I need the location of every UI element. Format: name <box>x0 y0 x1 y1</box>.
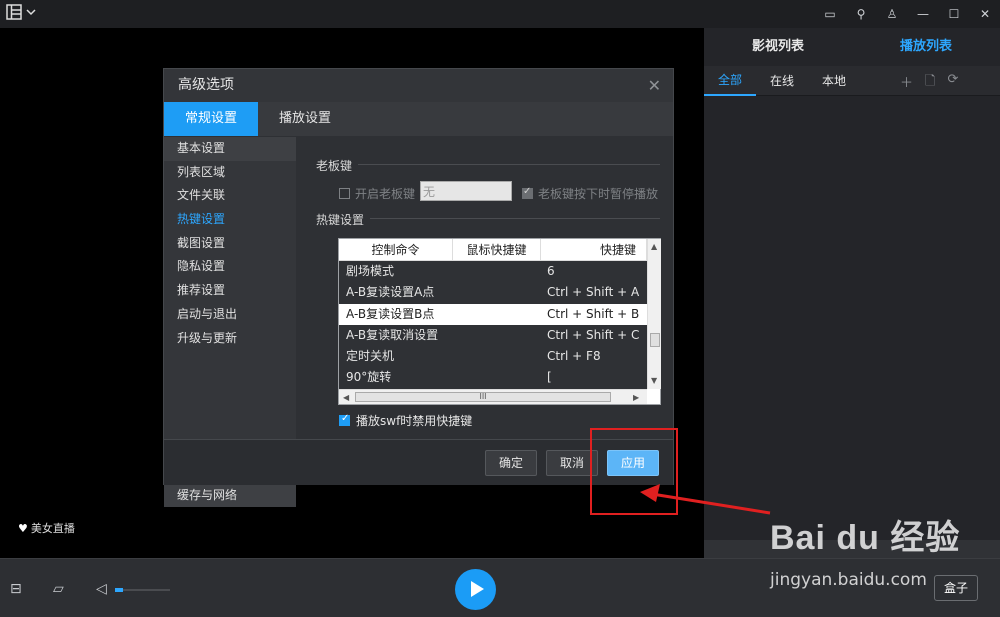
row-command: 定时关机 <box>346 349 395 364</box>
watermark-url: jingyan.baidu.com <box>770 570 927 590</box>
divider <box>370 218 660 219</box>
dialog-title: 高级选项 <box>178 77 234 93</box>
column-mouse-shortcut[interactable]: 鼠标快捷键 <box>453 239 541 260</box>
add-icon[interactable]: ＋ <box>900 72 913 94</box>
row-command: 剧场模式 <box>346 264 395 278</box>
hotkey-table: 控制命令 鼠标快捷键 快捷键 剧场模式 6 A-B复读设置A点 Ctrl + S… <box>338 238 661 405</box>
sidebar-item-basic[interactable]: 基本设置 <box>164 137 296 161</box>
shirt-icon[interactable]: ♙ <box>885 7 899 21</box>
sidebar-item-startup-exit[interactable]: 启动与退出 <box>164 303 296 327</box>
table-row-selected[interactable]: A-B复读设置B点 Ctrl + Shift + B <box>339 303 647 325</box>
volume-level <box>115 588 123 592</box>
row-command: A-B复读取消设置 <box>346 327 439 342</box>
boss-key-input[interactable]: 无 <box>420 181 512 201</box>
pin-icon[interactable]: ⚲ <box>854 7 868 21</box>
scroll-left-icon[interactable]: ◀ <box>343 393 349 402</box>
hotkey-section-title: 热键设置 <box>316 213 365 227</box>
baidu-watermark: Bai du 经验 jingyan.baidu.com <box>770 510 961 590</box>
column-command[interactable]: 控制命令 <box>339 239 453 260</box>
boss-key-section-title: 老板键 <box>316 159 353 173</box>
subtab-local[interactable]: 本地 <box>808 67 860 95</box>
message-icon[interactable]: ▭ <box>823 7 837 21</box>
column-shortcut[interactable]: 快捷键 <box>541 239 647 260</box>
volume-slider[interactable] <box>115 589 170 591</box>
table-row[interactable]: 90°旋转 [ <box>339 367 647 388</box>
table-row[interactable]: A-B复读设置A点 Ctrl + Shift + A <box>339 282 647 303</box>
divider <box>358 164 660 165</box>
chevron-down-icon <box>26 9 36 16</box>
live-tag[interactable]: ♥ 美女直播 <box>18 520 75 536</box>
sidebar-item-recommend[interactable]: 推荐设置 <box>164 279 296 303</box>
vertical-scroll-thumb[interactable] <box>650 333 660 347</box>
playlist-panel: 影视列表 播放列表 全部 在线 本地 ＋ 🗋 ⟳ <box>704 28 1000 540</box>
volume-icon[interactable]: ◁ <box>96 581 107 597</box>
enable-boss-key-checkbox[interactable] <box>339 188 350 199</box>
close-icon[interactable]: ✕ <box>978 7 992 21</box>
settings-sidebar: 基本设置 列表区域 文件关联 热键设置 截图设置 隐私设置 推荐设置 启动与退出… <box>164 137 296 507</box>
heart-icon: ♥ <box>18 521 28 535</box>
tab-video-list[interactable]: 影视列表 <box>704 28 852 66</box>
vertical-scrollbar[interactable]: ▲ ▼ <box>647 239 661 389</box>
row-command: A-B复读设置A点 <box>346 285 435 300</box>
watermark-brand: Bai du 经验 <box>770 519 961 557</box>
subtab-online[interactable]: 在线 <box>756 67 808 95</box>
annotation-arrow <box>640 484 771 515</box>
tab-playback-settings[interactable]: 播放设置 <box>258 102 352 136</box>
maximize-icon[interactable]: ☐ <box>947 7 961 21</box>
subtab-all[interactable]: 全部 <box>704 66 757 96</box>
hotkey-table-body: 剧场模式 6 A-B复读设置A点 Ctrl + Shift + A A-B复读设… <box>339 261 647 389</box>
dialog-titlebar: 高级选项 ✕ <box>164 69 673 102</box>
play-button[interactable] <box>455 569 496 610</box>
table-row[interactable]: 剧场模式 6 <box>339 261 647 282</box>
row-shortcut: Ctrl + Shift + C <box>547 327 640 342</box>
box-button[interactable]: 盒子 <box>934 575 978 601</box>
horizontal-scroll-thumb[interactable]: III <box>355 392 611 402</box>
row-shortcut: Ctrl + Shift + B <box>547 306 640 321</box>
table-row[interactable]: A-B复读取消设置 Ctrl + Shift + C <box>339 325 647 346</box>
sidebar-item-screenshot[interactable]: 截图设置 <box>164 232 296 256</box>
sidebar-item-upgrade[interactable]: 升级与更新 <box>164 327 296 351</box>
disable-hotkeys-swf-option[interactable]: 播放swf时禁用快捷键 <box>339 412 472 429</box>
row-command: 90°旋转 <box>346 370 392 385</box>
tab-playlist[interactable]: 播放列表 <box>852 28 1000 66</box>
sidebar-item-privacy[interactable]: 隐私设置 <box>164 255 296 279</box>
row-command: A-B复读设置B点 <box>346 306 435 321</box>
pause-on-boss-key-option[interactable]: 老板键按下时暂停播放 <box>522 185 658 202</box>
ok-button[interactable]: 确定 <box>485 450 537 476</box>
open-folder-icon[interactable]: ▱ <box>53 581 64 597</box>
title-bar: ▭ ⚲ ♙ — ☐ ✕ <box>0 0 1000 28</box>
tab-general-settings[interactable]: 常规设置 <box>164 102 258 136</box>
horizontal-scrollbar[interactable]: ◀ III ▶ <box>339 389 647 404</box>
close-icon[interactable]: ✕ <box>648 69 661 102</box>
row-shortcut: [ <box>547 370 552 385</box>
pause-on-boss-key-checkbox[interactable] <box>522 186 533 199</box>
minimize-icon[interactable]: — <box>916 7 930 21</box>
row-shortcut: 6 <box>547 264 555 278</box>
layout-icon <box>6 4 22 20</box>
enable-boss-key-option[interactable]: 开启老板键 <box>339 185 415 202</box>
enable-boss-key-label: 开启老板键 <box>355 187 416 201</box>
main-menu-button[interactable] <box>6 4 36 20</box>
hotkey-table-header: 控制命令 鼠标快捷键 快捷键 <box>339 239 647 261</box>
pause-on-boss-key-label: 老板键按下时暂停播放 <box>538 187 659 201</box>
row-shortcut: Ctrl + F8 <box>547 349 601 364</box>
disable-hotkeys-swf-checkbox[interactable] <box>339 413 350 426</box>
toolbox-icon[interactable]: ⊟ <box>10 581 22 597</box>
live-label: 美女直播 <box>30 522 75 535</box>
loop-icon[interactable]: ⟳ <box>947 72 958 94</box>
disable-hotkeys-swf-label: 播放swf时禁用快捷键 <box>356 414 473 428</box>
sidebar-item-hotkeys[interactable]: 热键设置 <box>164 208 296 232</box>
sidebar-item-list-area[interactable]: 列表区域 <box>164 161 296 185</box>
row-shortcut: Ctrl + Shift + A <box>547 285 640 300</box>
table-row[interactable]: 定时关机 Ctrl + F8 <box>339 346 647 367</box>
scroll-right-icon[interactable]: ▶ <box>633 393 639 402</box>
scroll-down-icon[interactable]: ▼ <box>651 376 657 385</box>
scroll-up-icon[interactable]: ▲ <box>651 242 657 251</box>
sidebar-item-file-assoc[interactable]: 文件关联 <box>164 184 296 208</box>
delete-file-icon[interactable]: 🗋 <box>925 72 935 94</box>
sidebar-item-cache-network[interactable]: 缓存与网络 <box>164 483 296 507</box>
